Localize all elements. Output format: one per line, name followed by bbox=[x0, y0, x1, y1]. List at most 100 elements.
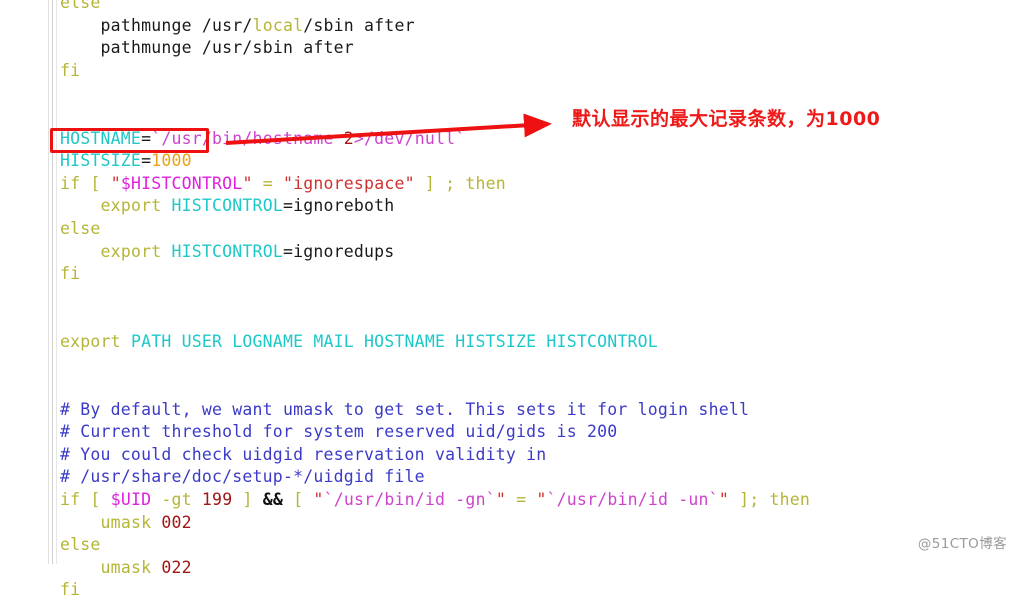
code-line[interactable] bbox=[60, 105, 1010, 128]
code-token: HISTCONTROL bbox=[171, 196, 283, 216]
code-token: PATH USER LOGNAME MAIL HOSTNAME HISTSIZE… bbox=[130, 331, 658, 351]
code-token: " bbox=[242, 173, 253, 193]
code-token: umask bbox=[100, 512, 162, 532]
code-token: =ignoreboth bbox=[282, 196, 395, 216]
code-token: else bbox=[60, 0, 101, 12]
code-token: " bbox=[110, 173, 121, 193]
code-line[interactable] bbox=[60, 82, 1010, 105]
code-token: =ignoredups bbox=[282, 241, 395, 261]
code-token: # Current threshold for system reserved … bbox=[60, 422, 618, 442]
code-token: if bbox=[60, 490, 81, 510]
code-token: local bbox=[252, 15, 304, 35]
code-token: `/usr/bin/id -gn` bbox=[323, 490, 496, 510]
gutter-rule-inner bbox=[56, 0, 57, 564]
code-token: fi bbox=[60, 580, 81, 600]
code-line[interactable]: export PATH USER LOGNAME MAIL HOSTNAME H… bbox=[60, 331, 1010, 354]
code-token: = bbox=[505, 490, 537, 510]
code-token: = bbox=[141, 151, 152, 171]
gutter-rule-middle bbox=[52, 0, 53, 564]
code-line[interactable]: # By default, we want umask to get set. … bbox=[60, 399, 1010, 422]
code-token: HISTSIZE bbox=[60, 151, 142, 171]
code-token: umask bbox=[100, 557, 162, 577]
code-token: = bbox=[141, 128, 152, 148]
code-line[interactable]: # You could check uidgid reservation val… bbox=[60, 444, 1010, 467]
code-token: [ bbox=[80, 490, 111, 510]
code-line[interactable]: # /usr/share/doc/setup-*/uidgid file bbox=[60, 466, 1010, 489]
code-token: if bbox=[60, 173, 81, 193]
code-line[interactable]: pathmunge /usr/sbin after bbox=[60, 37, 1010, 60]
code-token: export bbox=[60, 331, 131, 351]
code-token: [ bbox=[80, 173, 111, 193]
code-token: HISTCONTROL bbox=[171, 241, 283, 261]
code-token: ]; bbox=[728, 490, 770, 510]
code-line[interactable]: else bbox=[60, 534, 1010, 557]
code-line[interactable]: # Current threshold for system reserved … bbox=[60, 421, 1010, 444]
code-token: " bbox=[536, 490, 547, 510]
code-token: 002 bbox=[161, 512, 192, 532]
code-token: ] ; bbox=[414, 173, 466, 193]
code-line[interactable]: pathmunge /usr/local/sbin after bbox=[60, 15, 1010, 38]
code-token: 1000 bbox=[151, 151, 192, 171]
code-token: = bbox=[252, 173, 283, 193]
code-token: `/usr/bin/hostname bbox=[151, 128, 344, 148]
code-token: " bbox=[495, 490, 506, 510]
code-line[interactable]: fi bbox=[60, 263, 1010, 286]
code-token: fi bbox=[60, 264, 81, 284]
code-token: && bbox=[262, 490, 284, 510]
code-line[interactable]: export HISTCONTROL=ignoreboth bbox=[60, 195, 1010, 218]
code-token: fi bbox=[60, 60, 81, 80]
code-token: " bbox=[313, 490, 324, 510]
code-token: [ bbox=[283, 490, 314, 510]
code-line[interactable] bbox=[60, 308, 1010, 331]
code-token: 2 bbox=[343, 128, 354, 148]
code-line[interactable]: umask 002 bbox=[60, 512, 1010, 535]
gutter-rule-outer bbox=[48, 0, 49, 564]
code-token: else bbox=[60, 535, 101, 555]
code-line[interactable]: fi bbox=[60, 579, 1010, 602]
code-token: export bbox=[100, 196, 172, 216]
code-line[interactable]: if [ $UID -gt 199 ] && [ "`/usr/bin/id -… bbox=[60, 489, 1010, 512]
code-editor-pane[interactable]: else pathmunge /usr/local/sbin after pat… bbox=[0, 0, 1021, 599]
code-line[interactable]: else bbox=[60, 218, 1010, 241]
code-token: pathmunge bbox=[100, 15, 202, 35]
code-token: then bbox=[769, 490, 811, 510]
code-token: `/usr/bin/id -un` bbox=[546, 490, 719, 510]
code-token: -gt bbox=[161, 490, 192, 510]
code-token: /usr/ bbox=[201, 15, 253, 35]
code-content[interactable]: else pathmunge /usr/local/sbin after pat… bbox=[60, 0, 1010, 602]
code-line[interactable] bbox=[60, 286, 1010, 309]
code-token: $UID bbox=[110, 490, 152, 510]
code-token: # By default, we want umask to get set. … bbox=[60, 399, 750, 419]
code-token: 199 bbox=[201, 490, 233, 510]
code-token: # /usr/share/doc/setup-*/uidgid file bbox=[60, 467, 425, 487]
code-token: >/dev/null` bbox=[353, 128, 466, 148]
code-line[interactable]: HOSTNAME=`/usr/bin/hostname 2>/dev/null` bbox=[60, 128, 1010, 151]
code-token: /sbin after bbox=[303, 15, 415, 35]
code-line[interactable]: umask 022 bbox=[60, 557, 1010, 580]
code-token: # You could check uidgid reservation val… bbox=[60, 444, 547, 464]
code-token: "ignorespace" bbox=[282, 173, 415, 193]
code-line[interactable]: else bbox=[60, 0, 1010, 15]
code-line[interactable]: HISTSIZE=1000 bbox=[60, 150, 1010, 173]
code-line[interactable] bbox=[60, 354, 1010, 377]
code-token: else bbox=[60, 218, 101, 238]
code-token: 022 bbox=[161, 557, 192, 577]
code-line[interactable]: export HISTCONTROL=ignoredups bbox=[60, 241, 1010, 264]
code-token: " bbox=[718, 490, 729, 510]
code-token: HOSTNAME bbox=[60, 128, 142, 148]
code-line[interactable]: if [ "$HISTCONTROL" = "ignorespace" ] ; … bbox=[60, 173, 1010, 196]
code-token: export bbox=[100, 241, 172, 261]
code-token: pathmunge /usr/sbin after bbox=[100, 38, 354, 58]
code-token: ] bbox=[232, 490, 263, 510]
code-line[interactable] bbox=[60, 376, 1010, 399]
code-line[interactable]: fi bbox=[60, 60, 1010, 83]
code-token: then bbox=[465, 173, 506, 193]
